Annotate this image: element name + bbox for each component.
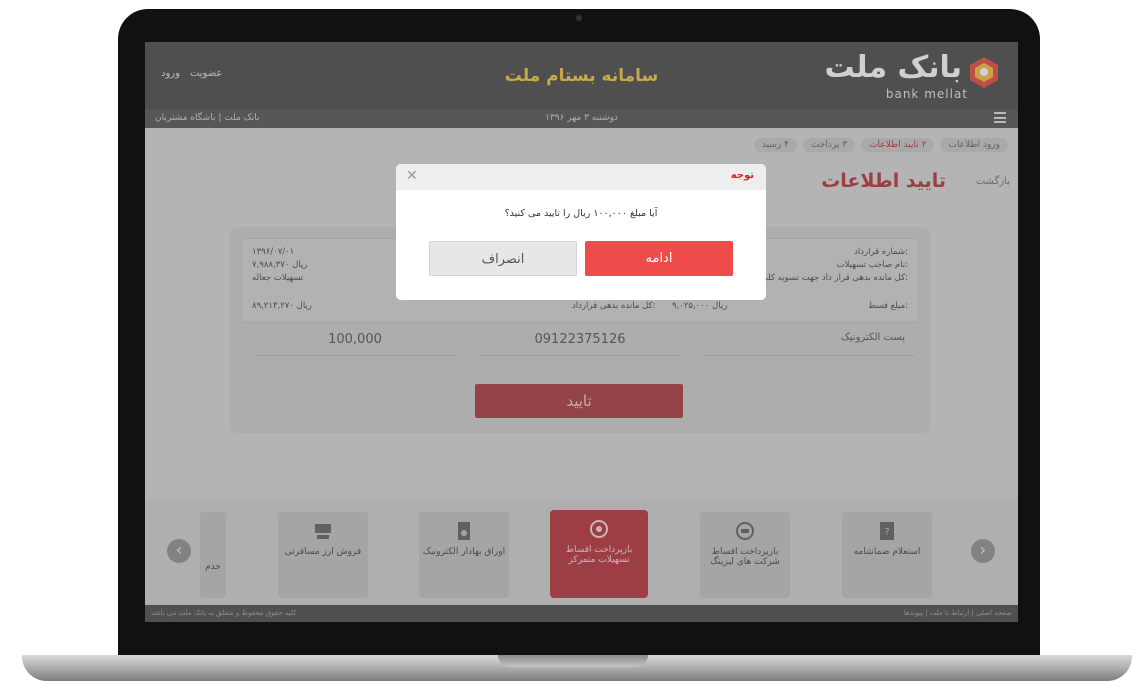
confirm-dialog: ✕ توجه آیا مبلغ ۱۰۰,۰۰۰ ریال را تایید می… [396,164,766,300]
modal-overlay [145,42,1018,622]
dialog-title: توجه [730,170,754,181]
continue-button[interactable]: ادامه [585,241,733,276]
screen: عضویت ورود سامانه بستام ملت بانک ملت ban… [145,42,1018,622]
dialog-message: آیا مبلغ ۱۰۰,۰۰۰ ریال را تایید می کنید؟ [504,208,658,219]
webcam [576,15,582,21]
cancel-button[interactable]: انصراف [429,241,577,276]
laptop-notch [498,655,648,667]
dialog-header: ✕ توجه [396,164,766,190]
close-icon[interactable]: ✕ [406,168,418,184]
